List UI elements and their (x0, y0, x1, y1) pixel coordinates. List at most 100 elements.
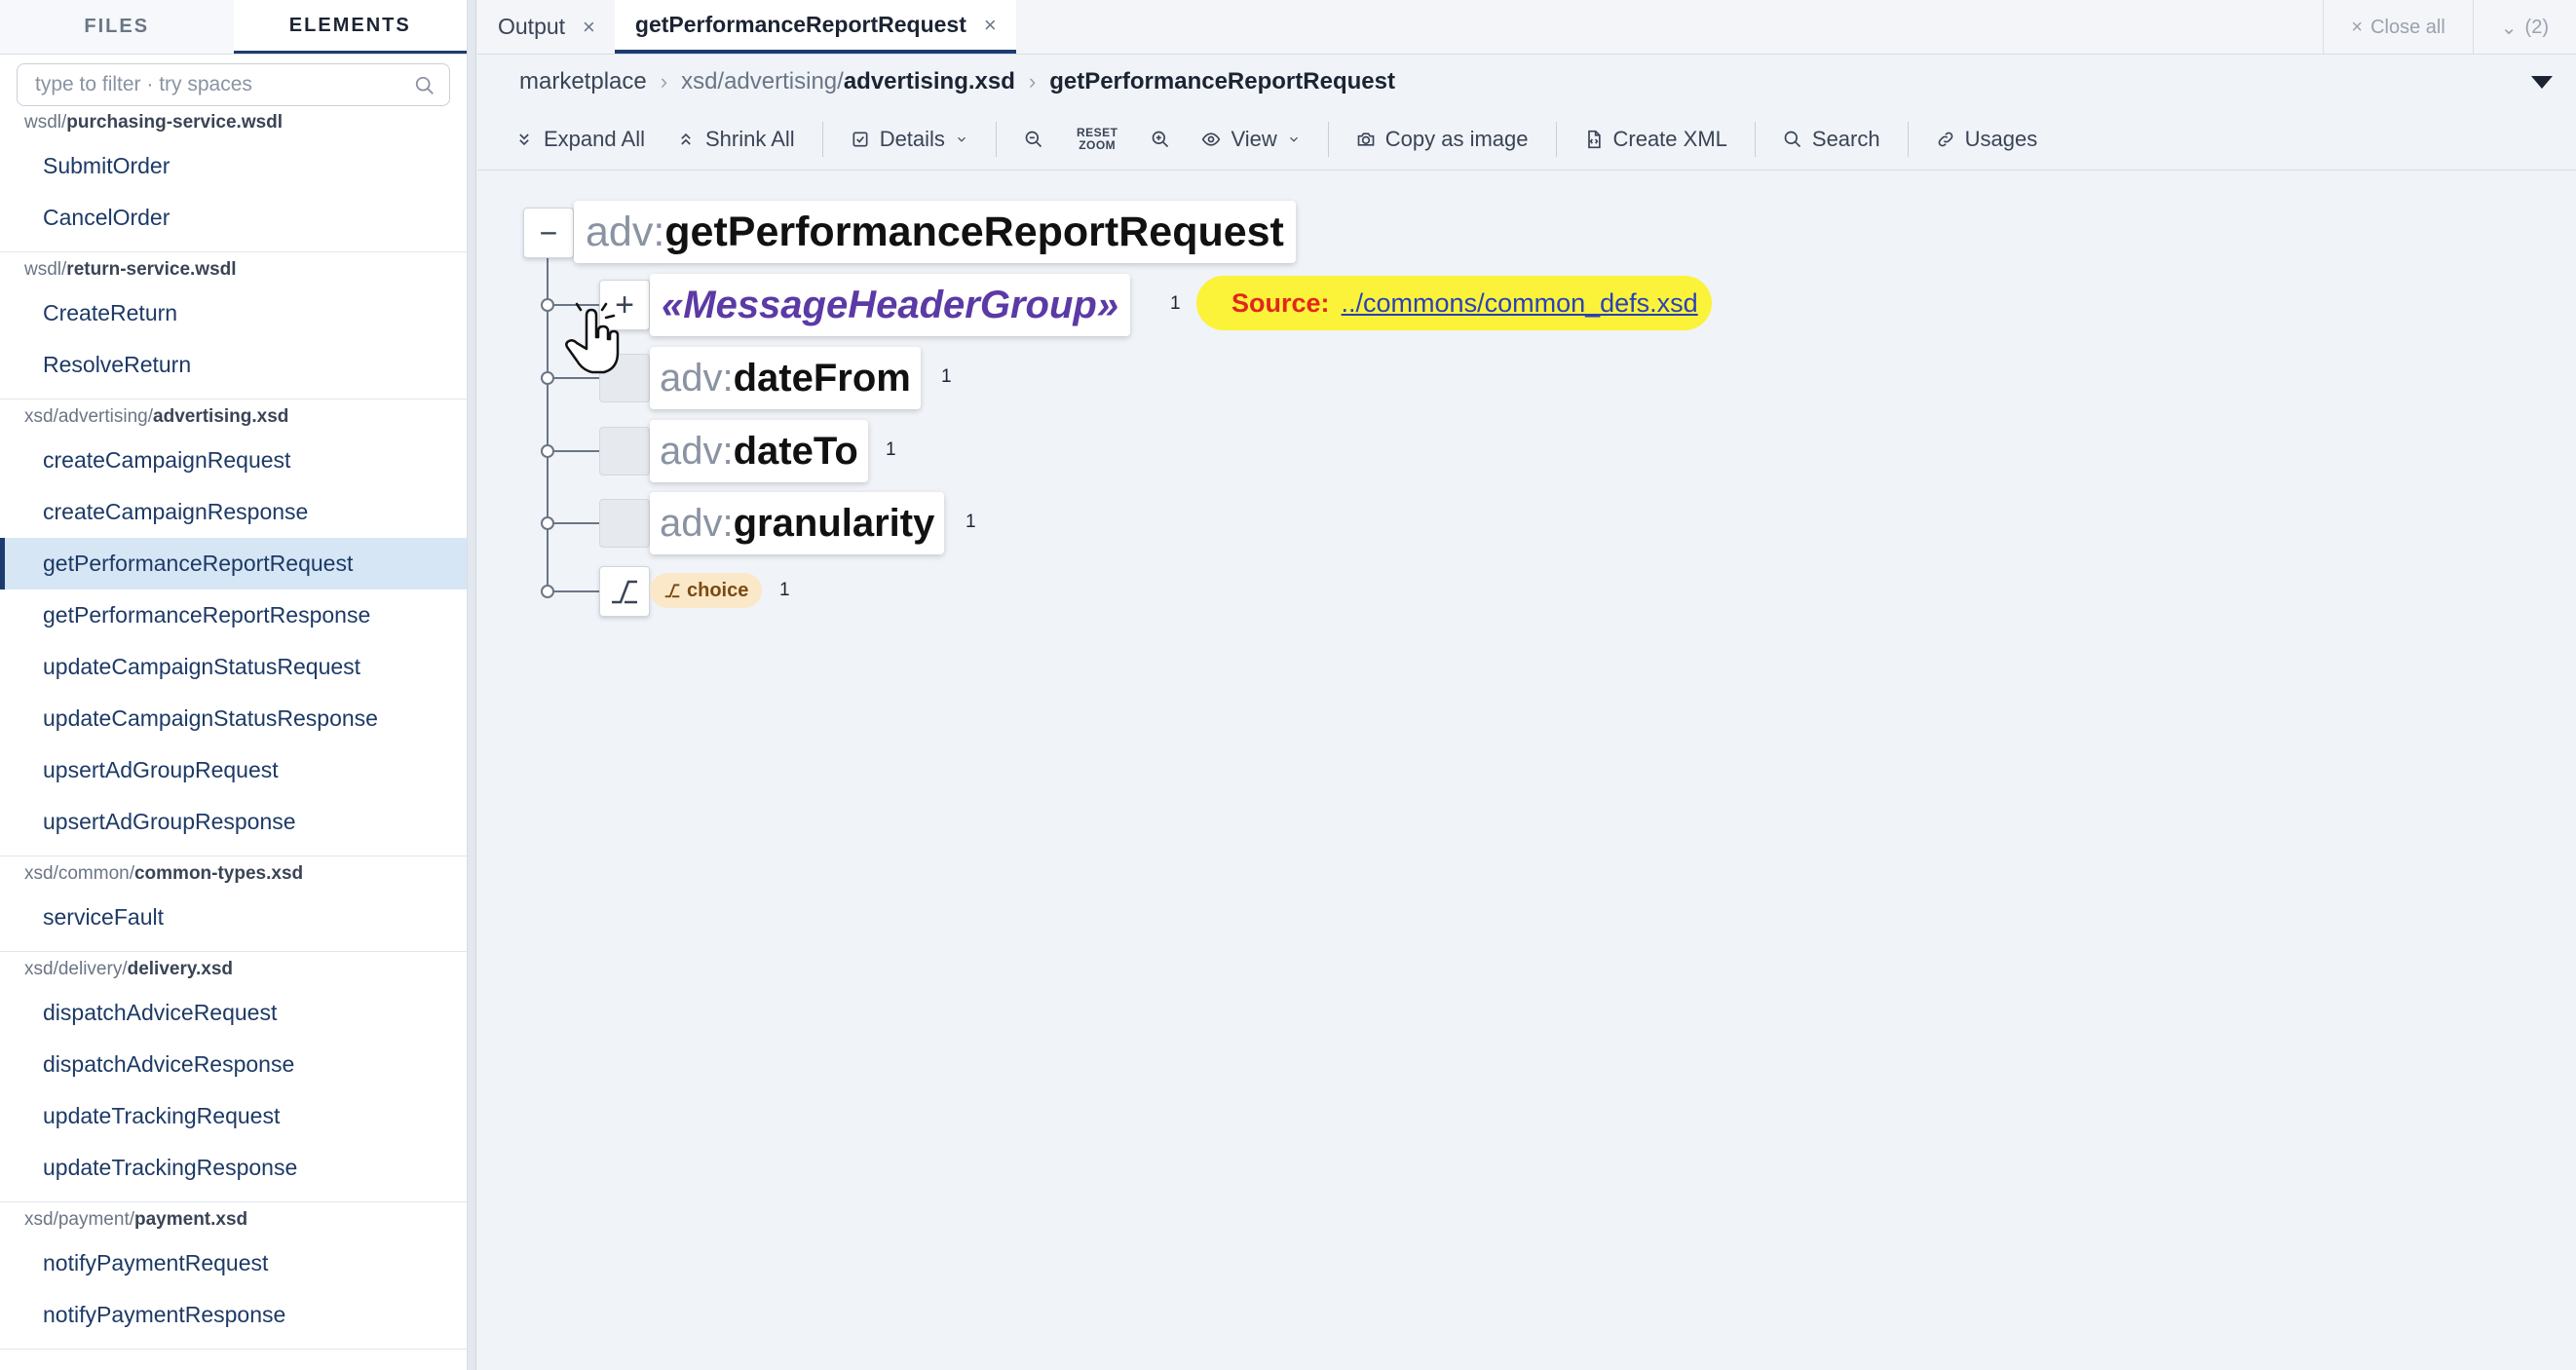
file-group-label: wsdl/purchasing-service.wsdl (0, 105, 467, 140)
close-icon[interactable]: × (583, 15, 595, 40)
file-group: wsdl/purchasing-service.wsdl SubmitOrder C… (0, 105, 467, 252)
list-item[interactable]: createCampaignRequest (0, 435, 467, 486)
source-link[interactable]: ../commons/common_defs.xsd (1342, 288, 1698, 319)
list-item[interactable]: dispatchAdviceRequest (0, 987, 467, 1039)
toolbar-divider (821, 122, 823, 157)
list-item[interactable]: updateCampaignStatusResponse (0, 693, 467, 744)
file-group: xsd/payment/payment.xsd notifyPaymentRequ… (0, 1202, 467, 1350)
cardinality: 1 (1170, 293, 1181, 314)
details-dropdown[interactable]: Details (835, 118, 984, 161)
file-path: xsd/advertising/ (24, 406, 154, 427)
create-xml-button[interactable]: Create XML (1569, 118, 1743, 161)
list-item[interactable]: SubmitOrder (0, 140, 467, 192)
shrink-all-button[interactable]: Shrink All (661, 118, 811, 161)
source-label: Source: (1231, 287, 1330, 318)
tab-output[interactable]: Output × (477, 0, 615, 54)
element-node-datefrom[interactable]: adv: dateFrom (650, 347, 921, 409)
root-element-node[interactable]: adv: getPerformanceReportRequest (574, 201, 1296, 263)
search-icon (415, 76, 434, 95)
close-icon[interactable]: × (984, 13, 997, 38)
file-name: payment.xsd (134, 1209, 248, 1230)
file-path: xsd/common/ (24, 863, 134, 884)
file-path: xsd/delivery/ (24, 959, 128, 979)
view-dropdown[interactable]: View (1186, 118, 1315, 161)
zoom-out-button[interactable] (1008, 118, 1059, 161)
breadcrumb-project[interactable]: marketplace (519, 68, 647, 95)
tab-elements[interactable]: ELEMENTS (233, 0, 467, 54)
node-prefix: adv: (660, 356, 734, 400)
caret-down-icon[interactable] (2531, 76, 2553, 89)
file-group-label: xsd/advertising/advertising.xsd (0, 400, 467, 435)
list-item[interactable]: CreateReturn (0, 287, 467, 339)
breadcrumb-file-name: advertising.xsd (843, 68, 1015, 95)
close-all-button[interactable]: × Close all (2323, 0, 2472, 55)
collapse-toggle[interactable]: − (523, 208, 574, 258)
choice-badge: choice (650, 573, 763, 608)
file-group: wsdl/return-service.wsdl CreateReturn Reso… (0, 252, 467, 400)
copy-as-image-label: Copy as image (1384, 127, 1529, 151)
source-badge: Source: ../commons/common_defs.xsd (1196, 276, 1712, 330)
search-icon (1784, 131, 1800, 148)
list-item[interactable]: updateTrackingResponse (0, 1142, 467, 1194)
reset-zoom-button[interactable]: RESET ZOOM (1059, 127, 1136, 152)
chevron-right-icon: › (1028, 69, 1037, 94)
tab-label: Output (498, 14, 566, 39)
list-item[interactable]: updateTrackingRequest (0, 1090, 467, 1142)
element-list: wsdl/purchasing-service.wsdl SubmitOrder C… (0, 105, 467, 1370)
group-ref-node[interactable]: «MessageHeaderGroup» (650, 274, 1131, 336)
details-label: Details (879, 127, 945, 151)
list-item[interactable]: serviceFault (0, 892, 467, 943)
list-item[interactable]: updateCampaignStatusRequest (0, 641, 467, 693)
sidebar-resize-handle[interactable] (468, 0, 476, 1370)
tab-getperformancereportrequest[interactable]: getPerformanceReportRequest × (614, 0, 1016, 54)
group-name: «MessageHeaderGroup» (662, 283, 1119, 326)
cardinality: 1 (966, 512, 976, 532)
search-button[interactable]: Search (1767, 118, 1896, 161)
list-item[interactable]: upsertAdGroupResponse (0, 796, 467, 848)
view-label: View (1231, 127, 1277, 151)
element-node-granularity[interactable]: adv: granularity (650, 492, 945, 554)
filter-input[interactable] (18, 64, 449, 105)
file-name: advertising.xsd (153, 406, 289, 427)
file-group: xsd/common/common-types.xsd serviceFault (0, 856, 467, 952)
choice-icon (664, 584, 680, 598)
tab-list-button[interactable]: ⌄ (2) (2472, 0, 2576, 55)
toolbar-divider (1907, 122, 1909, 157)
toolbar-divider (995, 122, 997, 157)
list-item[interactable]: getPerformanceReportResponse (0, 590, 467, 641)
usages-label: Usages (1964, 127, 2038, 151)
tabbar-actions: × Close all ⌄ (2) (2323, 0, 2576, 55)
file-path: xsd/payment/ (24, 1209, 134, 1230)
file-name: delivery.xsd (127, 959, 234, 979)
node-name: granularity (733, 501, 935, 545)
checkbox-icon (852, 132, 868, 147)
list-item[interactable]: getPerformanceReportRequest (0, 538, 467, 590)
zoom-out-icon (1025, 131, 1042, 148)
list-item[interactable]: ResolveReturn (0, 339, 467, 391)
file-group-label: wsdl/return-service.wsdl (0, 252, 467, 287)
breadcrumb-path: xsd/advertising/ (681, 68, 844, 95)
list-item[interactable]: CancelOrder (0, 192, 467, 244)
file-group-label: xsd/payment/payment.xsd (0, 1202, 467, 1237)
file-name: return-service.wsdl (66, 259, 237, 280)
breadcrumb-file[interactable]: xsd/advertising/advertising.xsd (681, 68, 1015, 95)
copy-as-image-button[interactable]: Copy as image (1341, 118, 1544, 161)
editor-tabbar: Output × getPerformanceReportRequest × ×… (477, 0, 2576, 55)
usages-button[interactable]: Usages (1920, 118, 2054, 161)
list-item[interactable]: dispatchAdviceResponse (0, 1039, 467, 1090)
file-group-label: xsd/common/common-types.xsd (0, 856, 467, 892)
element-node-dateto[interactable]: adv: dateTo (650, 420, 868, 482)
toolbar-divider (1555, 122, 1557, 157)
list-item[interactable]: notifyPaymentRequest (0, 1237, 467, 1289)
list-item[interactable]: notifyPaymentResponse (0, 1289, 467, 1341)
zoom-in-button[interactable] (1135, 118, 1186, 161)
list-item[interactable]: createCampaignResponse (0, 486, 467, 538)
toolbar: Expand All Shrink All Details RESET ZOOM… (477, 109, 2576, 171)
list-item[interactable]: upsertAdGroupRequest (0, 744, 467, 796)
expand-all-button[interactable]: Expand All (499, 118, 661, 161)
tab-files[interactable]: FILES (0, 0, 234, 54)
choice-toggle[interactable] (599, 566, 650, 617)
file-name: common-types.xsd (133, 863, 304, 884)
choice-icon (612, 580, 637, 604)
node-name: dateTo (733, 429, 858, 473)
